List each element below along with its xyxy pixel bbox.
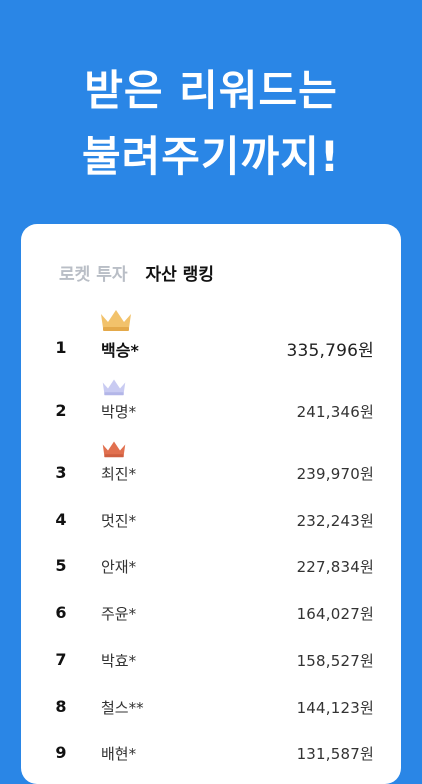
ranking-row: 2 박명* 241,346원	[21, 376, 401, 421]
silver-crown-icon	[102, 379, 126, 396]
gold-crown-icon	[101, 310, 131, 331]
asset-amount: 239,970원	[296, 465, 374, 483]
ranking-row: 9 배현* 131,587원	[21, 741, 401, 781]
rank-number: 2	[55, 401, 67, 420]
asset-amount: 131,587원	[296, 745, 374, 763]
user-name: 멋진*	[101, 512, 137, 530]
asset-amount: 144,123원	[296, 699, 374, 717]
ranking-row: 1 백승* 335,796원	[21, 304, 401, 361]
rank-number: 6	[55, 603, 67, 622]
asset-amount: 227,834원	[296, 558, 374, 576]
headline: 받은 리워드는 불려주기까지!	[0, 58, 422, 190]
asset-amount: 164,027원	[296, 605, 374, 623]
headline-line-2: 불려주기까지!	[82, 132, 340, 181]
user-name: 박효*	[101, 652, 137, 670]
rank-number: 1	[55, 338, 67, 357]
user-name: 철스**	[101, 699, 144, 717]
rank-number: 3	[55, 463, 67, 482]
rank-number: 7	[55, 650, 67, 669]
user-name: 최진*	[101, 465, 137, 483]
ranking-row: 3 최진* 239,970원	[21, 438, 401, 483]
headline-line-1: 받은 리워드는	[84, 66, 338, 115]
asset-amount: 335,796원	[286, 341, 374, 361]
ranking-row: 7 박효* 158,527원	[21, 648, 401, 688]
ranking-row: 4 멋진* 232,243원	[21, 508, 401, 548]
asset-amount: 241,346원	[296, 403, 374, 421]
asset-amount: 158,527원	[296, 652, 374, 670]
ranking-card: 로켓 투자 자산 랭킹 1 백승* 335,796원 2 박명* 241,346…	[21, 224, 401, 784]
asset-amount: 232,243원	[296, 512, 374, 530]
tab-rocket-invest[interactable]: 로켓 투자	[59, 260, 127, 285]
user-name: 백승*	[101, 341, 139, 360]
rank-number: 5	[55, 556, 67, 575]
user-name: 배현*	[101, 745, 137, 763]
ranking-row: 6 주윤* 164,027원	[21, 601, 401, 641]
tab-asset-ranking[interactable]: 자산 랭킹	[145, 260, 213, 285]
ranking-row: 5 안재* 227,834원	[21, 554, 401, 594]
bronze-crown-icon	[102, 441, 126, 458]
user-name: 안재*	[101, 558, 137, 576]
rank-number: 4	[55, 510, 67, 529]
user-name: 박명*	[101, 403, 137, 421]
rank-number: 9	[55, 743, 67, 762]
rank-number: 8	[55, 697, 67, 716]
user-name: 주윤*	[101, 605, 137, 623]
tab-bar: 로켓 투자 자산 랭킹	[59, 260, 214, 285]
ranking-row: 8 철스** 144,123원	[21, 695, 401, 735]
